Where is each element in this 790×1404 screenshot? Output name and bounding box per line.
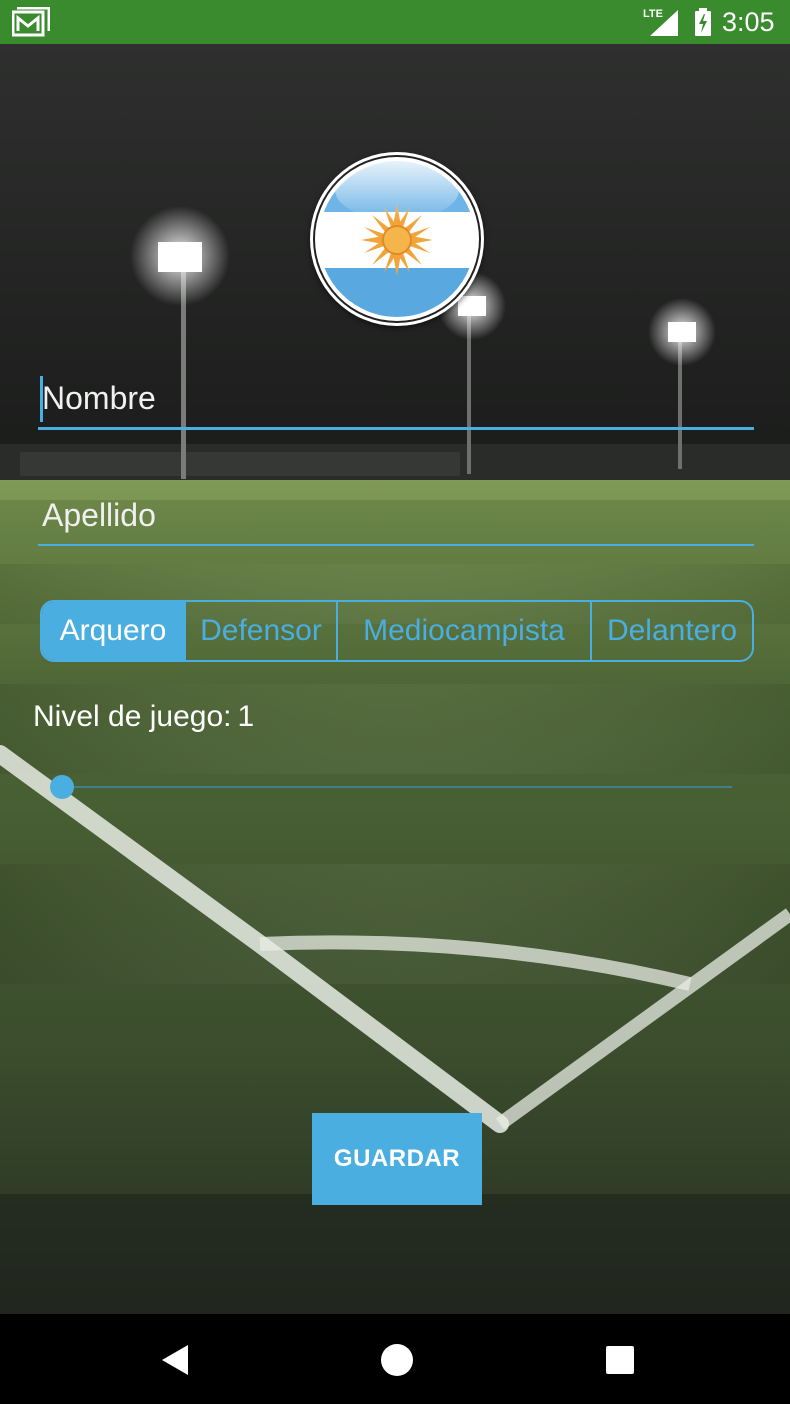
segment-arquero[interactable]: Arquero [42, 602, 184, 660]
argentina-flag-icon [313, 155, 481, 323]
slider-track[interactable] [62, 786, 732, 788]
signal-icon [650, 10, 678, 36]
segment-mediocampista[interactable]: Mediocampista [336, 602, 590, 660]
text-cursor [40, 376, 43, 422]
gmail-notification-icon [12, 7, 50, 37]
guardar-button[interactable]: GUARDAR [312, 1113, 482, 1205]
flag-avatar[interactable] [310, 152, 484, 326]
level-value: 1 [237, 700, 255, 733]
slider-thumb[interactable] [50, 775, 74, 799]
level-label: Nivel de juego: 1 [33, 700, 254, 734]
level-slider[interactable] [50, 770, 736, 804]
level-label-text: Nivel de juego: [33, 700, 232, 733]
navigation-bar [0, 1314, 790, 1404]
segment-delantero[interactable]: Delantero [590, 602, 752, 660]
status-time: 3:05 [722, 7, 775, 37]
position-segmented-control: Arquero Defensor Mediocampista Delantero [40, 600, 754, 662]
status-bar: LTE 3:05 [0, 0, 790, 44]
nombre-input[interactable] [38, 370, 754, 430]
apellido-input[interactable] [38, 486, 754, 546]
battery-charging-icon [695, 8, 711, 36]
home-icon[interactable] [377, 1342, 417, 1378]
recents-icon[interactable] [600, 1342, 640, 1378]
segment-defensor[interactable]: Defensor [184, 602, 336, 660]
back-icon[interactable] [156, 1342, 196, 1378]
